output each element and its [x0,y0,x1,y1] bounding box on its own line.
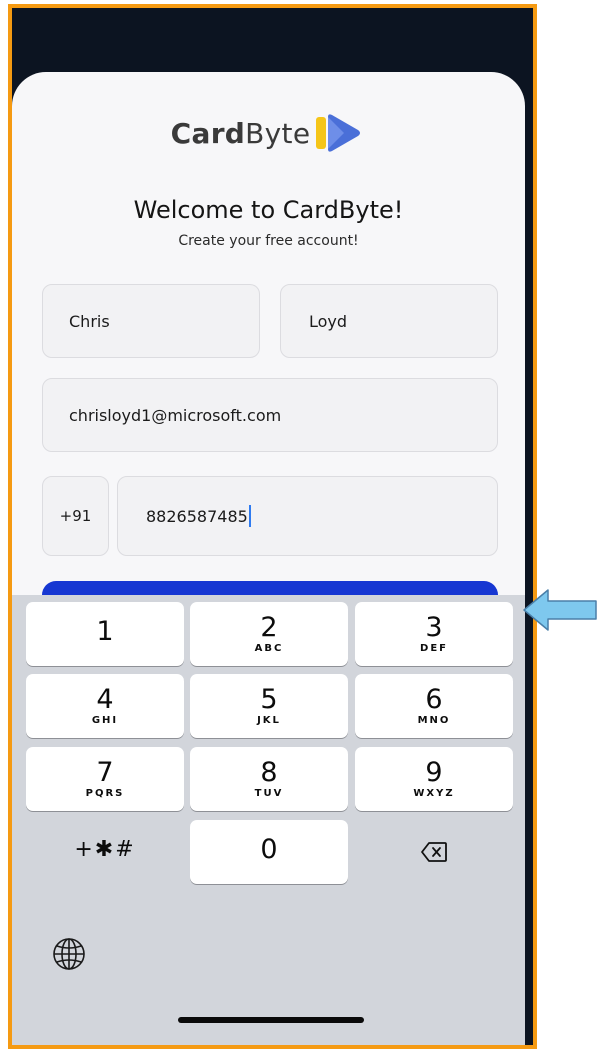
key-1[interactable]: 1 [26,602,184,666]
play-logo-icon [316,114,361,152]
symbols-key[interactable]: +✱# [26,820,184,884]
key-digit: 2 [260,611,278,643]
key-2[interactable]: 2 ABC [190,602,348,666]
text-cursor [248,505,251,527]
phone-frame: CardByte Welcome to CardByte! Create you… [8,4,537,1049]
country-code-selector[interactable]: +91 [42,476,109,556]
key-digit: 8 [260,756,278,788]
key-digit: 0 [260,834,278,865]
page-subtitle: Create your free account! [178,233,359,249]
key-letters: GHI [91,714,119,726]
phone-number-value: 8826587485 [146,506,248,526]
key-6[interactable]: 6 MNO [355,674,513,738]
numeric-keypad: 1 2 ABC 3 DEF 4 GHI 5 JKL 6 MNO 7 PQRS 8… [12,595,525,1045]
delete-key[interactable] [355,820,513,884]
key-4[interactable]: 4 GHI [26,674,184,738]
first-name-input[interactable]: Chris [42,284,260,358]
key-letters: TUV [254,787,284,799]
cardbyte-logo: CardByte [12,108,525,158]
key-0[interactable]: 0 [190,820,348,884]
key-digit: 6 [425,683,443,715]
key-letters: ABC [254,642,284,654]
key-7[interactable]: 7 PQRS [26,747,184,811]
logo-wordmark: CardByte [171,117,311,150]
first-name-value: Chris [69,311,110,331]
backspace-icon [421,842,447,862]
key-digit: 3 [425,611,443,643]
key-digit: 1 [96,616,114,647]
key-3[interactable]: 3 DEF [355,602,513,666]
key-letters: WXYZ [413,787,455,799]
home-indicator[interactable] [178,1017,364,1023]
country-code-value: +91 [59,507,92,525]
globe-icon[interactable] [50,935,88,973]
page-title: Welcome to CardByte! [133,196,404,224]
logo-word-byte: Byte [245,116,311,150]
email-input[interactable]: chrisloyd1@microsoft.com [42,378,498,452]
key-9[interactable]: 9 WXYZ [355,747,513,811]
last-name-value: Loyd [309,311,348,331]
pointer-arrow-icon [523,589,597,631]
symbols-label: +✱# [74,837,136,862]
key-digit: 7 [96,756,114,788]
key-letters: JKL [257,714,281,726]
logo-word-card: Card [170,116,246,150]
key-5[interactable]: 5 JKL [190,674,348,738]
signup-sheet: CardByte Welcome to CardByte! Create you… [12,72,525,672]
key-letters: MNO [417,714,451,726]
email-value: chrisloyd1@microsoft.com [69,405,282,425]
phone-number-input[interactable]: 8826587485 [117,476,498,556]
last-name-input[interactable]: Loyd [280,284,498,358]
key-8[interactable]: 8 TUV [190,747,348,811]
key-letters: PQRS [85,787,125,799]
key-digit: 9 [425,756,443,788]
key-letters: DEF [420,642,448,654]
key-digit: 4 [96,683,114,715]
key-digit: 5 [260,683,278,715]
